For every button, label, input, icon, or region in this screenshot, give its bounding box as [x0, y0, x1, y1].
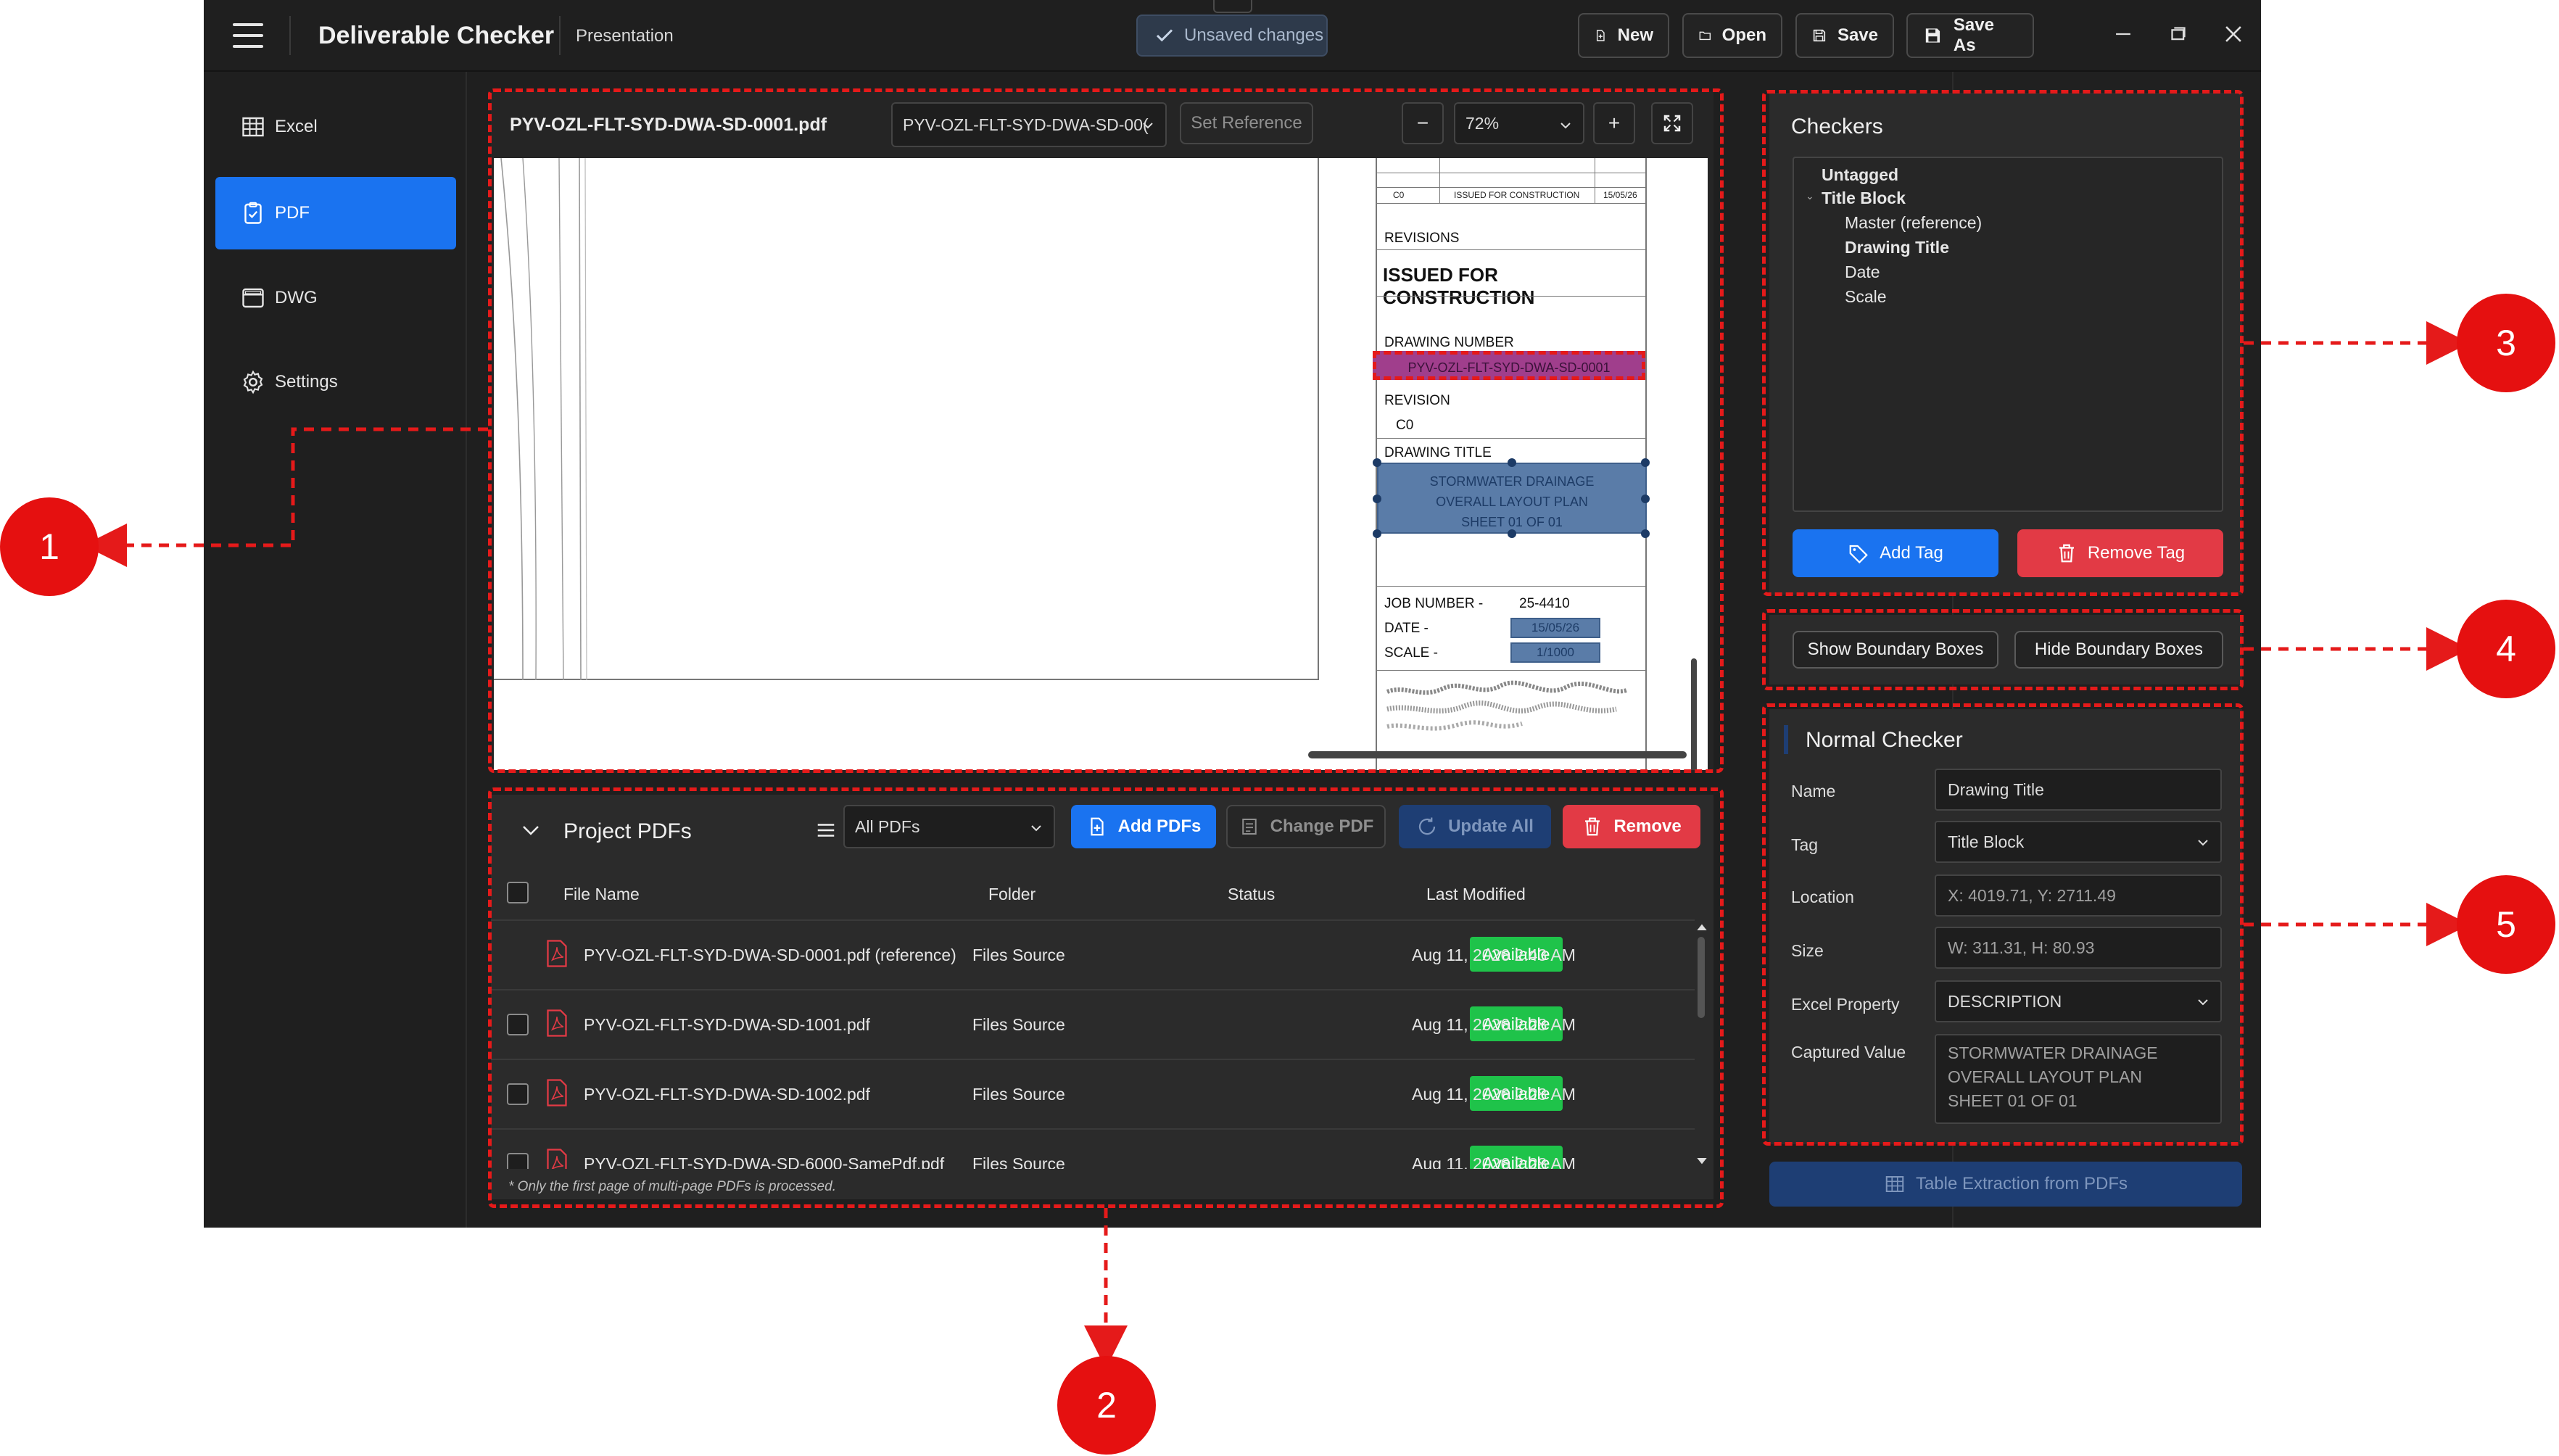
- open-button[interactable]: Open: [1682, 13, 1782, 58]
- hamburger-menu-icon[interactable]: [233, 23, 263, 48]
- save-as-icon: [1925, 28, 1940, 43]
- nav-item-label: PDF: [275, 203, 310, 223]
- nav-item-dwg[interactable]: DWG: [215, 262, 456, 334]
- title-bar: Deliverable Checker Presentation Unsaved…: [204, 0, 2261, 72]
- check-icon: [1156, 29, 1173, 42]
- new-button[interactable]: New: [1578, 13, 1669, 58]
- nav-item-pdf[interactable]: PDF: [215, 177, 456, 249]
- annotation-marker-5: 5: [2457, 875, 2555, 974]
- annotation-box-4: [1762, 609, 2244, 690]
- nav-item-label: DWG: [275, 288, 318, 307]
- annotation-marker-4: 4: [2457, 600, 2555, 698]
- restore-icon[interactable]: [2166, 22, 2191, 46]
- drag-handle[interactable]: [1213, 0, 1252, 13]
- unsaved-changes-indicator[interactable]: Unsaved changes: [1136, 15, 1328, 57]
- nav-item-label: Settings: [275, 372, 338, 392]
- app-subtitle: Presentation: [576, 26, 674, 46]
- separator: [559, 16, 561, 55]
- save-as-button[interactable]: Save As: [1906, 13, 2034, 58]
- table-extraction-button[interactable]: Table Extraction from PDFs: [1769, 1162, 2242, 1207]
- gear-icon: [243, 370, 263, 394]
- table-icon: [1885, 1176, 1904, 1192]
- annotation-box-1: [488, 88, 1724, 773]
- window-icon: [242, 288, 264, 308]
- left-navigation: Excel PDF DWG Settings: [204, 72, 467, 1228]
- table-extraction-label: Table Extraction from PDFs: [1915, 1174, 2128, 1194]
- annotation-box-5: [1762, 703, 2244, 1146]
- table-icon: [242, 117, 264, 137]
- nav-item-excel[interactable]: Excel: [215, 91, 456, 163]
- annotation-marker-2: 2: [1057, 1356, 1156, 1455]
- folder-icon: [1699, 31, 1711, 41]
- nav-item-settings[interactable]: Settings: [215, 346, 456, 418]
- save-button[interactable]: Save: [1795, 13, 1894, 58]
- app-title: Deliverable Checker: [318, 22, 555, 49]
- annotation-box-3: [1762, 90, 2244, 596]
- save-as-label: Save As: [1953, 15, 1994, 55]
- annotation-marker-1: 1: [0, 497, 99, 596]
- annotation-marker-3: 3: [2457, 294, 2555, 392]
- open-label: Open: [1721, 25, 1766, 45]
- minimize-icon[interactable]: [2111, 22, 2136, 46]
- unsaved-label: Unsaved changes: [1184, 25, 1324, 45]
- clipboard-icon: [244, 202, 262, 224]
- save-icon: [1813, 29, 1826, 42]
- save-label: Save: [1837, 25, 1878, 45]
- new-label: New: [1617, 25, 1653, 45]
- new-file-icon: [1596, 30, 1605, 41]
- annotation-box-2: [488, 787, 1724, 1208]
- close-icon[interactable]: [2221, 22, 2246, 46]
- separator: [289, 16, 291, 55]
- nav-item-label: Excel: [275, 117, 318, 136]
